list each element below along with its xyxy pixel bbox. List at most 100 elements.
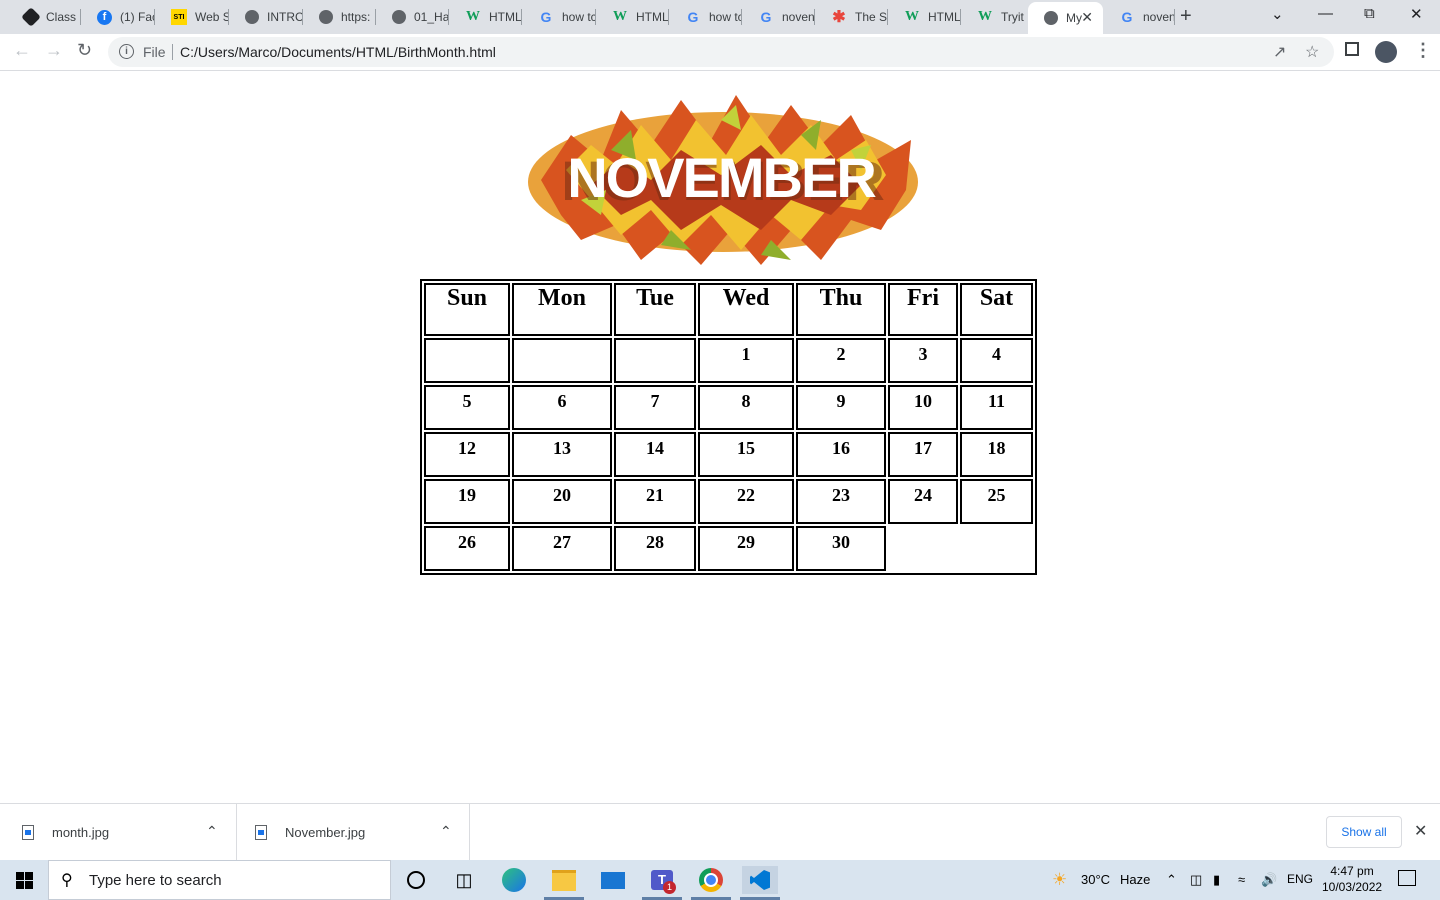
calendar-day-cell: 24 <box>888 479 958 524</box>
browser-tab[interactable]: W HTML <box>596 3 669 31</box>
tab-search-icon[interactable]: ⌄ <box>1271 5 1284 23</box>
browser-tab[interactable]: W HTML <box>449 3 522 31</box>
chevron-up-icon[interactable]: ⌃ <box>206 823 218 840</box>
tab-title: The SI <box>855 10 888 24</box>
forward-arrow-icon[interactable]: → <box>45 40 63 61</box>
calendar-day-cell: 25 <box>960 479 1033 524</box>
download-filename: November.jpg <box>285 825 366 840</box>
tab-title: HTML <box>489 10 522 24</box>
calendar-day-cell: 10 <box>888 385 958 430</box>
cortana-icon[interactable] <box>402 866 430 894</box>
browser-toolbar: ← → ↻ i File C:/Users/Marco/Documents/HT… <box>0 34 1440 71</box>
url-text[interactable]: C:/Users/Marco/Documents/HTML/BirthMonth… <box>180 44 496 60</box>
globe-icon <box>245 10 259 24</box>
weekday-header-mon: Mon <box>512 283 612 336</box>
calendar-day-cell: 15 <box>698 432 794 477</box>
restore-icon[interactable]: ⧉ <box>1364 5 1375 22</box>
weather-temperature[interactable]: 30°C <box>1081 872 1110 887</box>
tab-title: how tc <box>562 10 596 24</box>
browser-tab[interactable]: INTRC <box>229 3 303 31</box>
chrome-icon[interactable] <box>697 866 725 894</box>
side-panel-icon[interactable] <box>1345 42 1359 56</box>
minimize-icon[interactable]: — <box>1318 5 1333 22</box>
browser-tab[interactable]: https: <box>303 3 376 31</box>
vscode-icon[interactable] <box>742 866 778 894</box>
november-calendar-table: Sun Mon Tue Wed Thu Fri Sat 1 2 3 4 5 6 7 8 9 10 11 12 13 1… <box>420 279 1037 575</box>
tab-title: HTML <box>636 10 669 24</box>
search-icon: ⚲ <box>61 872 73 889</box>
profile-avatar[interactable] <box>1375 41 1397 63</box>
url-separator <box>172 44 173 60</box>
tab-title: noven <box>1143 10 1175 24</box>
teams-icon[interactable]: T 1 <box>648 866 676 894</box>
new-tab-button[interactable]: + <box>1180 5 1192 28</box>
download-item-month[interactable]: month.jpg <box>22 804 109 861</box>
close-download-bar-icon[interactable]: ✕ <box>1414 821 1427 841</box>
browser-tab[interactable]: My ✕ <box>1028 2 1103 34</box>
browser-tab[interactable]: W Tryit E <box>961 3 1028 31</box>
download-item-november[interactable]: November.jpg <box>255 804 365 861</box>
site-info-icon[interactable]: i <box>119 44 134 59</box>
calendar-week-row: 1234 <box>424 338 1033 383</box>
wifi-icon[interactable]: ≈ <box>1238 872 1245 887</box>
browser-tab[interactable]: W HTML <box>888 3 961 31</box>
browser-tab[interactable]: Ghow tc <box>669 3 742 31</box>
browser-tab[interactable]: 01_Ha <box>376 3 449 31</box>
edge-browser-icon[interactable] <box>500 866 528 894</box>
chevron-up-icon[interactable]: ⌃ <box>440 823 452 840</box>
calendar-day-cell: 9 <box>796 385 886 430</box>
windows-start-icon[interactable] <box>16 872 33 889</box>
download-bar: month.jpg ⌃ November.jpg ⌃ Show all ✕ <box>0 803 1440 861</box>
w3schools-icon: W <box>905 9 919 24</box>
banner-text: NOVEMBER <box>567 146 876 209</box>
language-indicator[interactable]: ENG <box>1287 872 1313 886</box>
file-explorer-icon[interactable] <box>550 866 578 894</box>
browser-tab[interactable]: Gnoven <box>1103 3 1175 31</box>
address-bar[interactable]: i File C:/Users/Marco/Documents/HTML/Bir… <box>108 37 1334 67</box>
tab-title: Web S <box>195 10 229 24</box>
tab-title: Tryit E <box>1001 10 1028 24</box>
mail-icon[interactable] <box>599 866 627 894</box>
tab-title: My <box>1066 11 1082 25</box>
calendar-day-cell: 28 <box>614 526 696 571</box>
calendar-day-cell: 26 <box>424 526 510 571</box>
browser-tab[interactable]: Ghow tc <box>522 3 596 31</box>
menu-kebab-icon[interactable]: ⋮ <box>1414 40 1432 61</box>
notification-center-icon[interactable] <box>1398 870 1416 886</box>
facebook-icon: f <box>97 9 112 25</box>
weather-condition[interactable]: Haze <box>1120 872 1150 887</box>
reload-icon[interactable]: ↻ <box>77 40 92 61</box>
browser-tab[interactable]: f (1) Fac <box>81 3 155 31</box>
weather-sun-icon[interactable]: ☀ <box>1052 870 1067 890</box>
sti-icon: STI <box>171 9 187 25</box>
calendar-day-cell <box>512 338 612 383</box>
weekday-header-row: Sun Mon Tue Wed Thu Fri Sat <box>424 283 1033 336</box>
browser-tab[interactable]: ✱ The SI <box>815 3 888 31</box>
volume-icon[interactable]: 🔊 <box>1261 872 1277 888</box>
close-tab-icon[interactable]: ✕ <box>1081 9 1093 26</box>
browser-tab[interactable]: STI Web S <box>155 3 229 31</box>
browser-tab[interactable]: Gnoven <box>742 3 815 31</box>
share-icon[interactable]: ↗ <box>1273 42 1286 62</box>
taskbar-search-box[interactable]: ⚲ Type here to search <box>48 860 391 900</box>
system-clock[interactable]: 4:47 pm 10/03/2022 <box>1322 863 1382 895</box>
image-file-icon <box>22 825 34 840</box>
google-icon: G <box>760 9 772 25</box>
back-arrow-icon[interactable]: ← <box>13 40 31 61</box>
task-view-icon[interactable]: ◫ <box>450 866 478 894</box>
close-window-icon[interactable]: ✕ <box>1410 5 1423 23</box>
browser-tab[interactable]: Class <box>8 3 81 31</box>
november-banner-image: NOVEMBER NOVEMBER <box>528 95 918 265</box>
bookmark-star-icon[interactable]: ☆ <box>1305 42 1319 62</box>
calendar-day-cell: 11 <box>960 385 1033 430</box>
calendar-day-cell: 13 <box>512 432 612 477</box>
weekday-header-wed: Wed <box>698 283 794 336</box>
w3schools-icon: W <box>466 9 480 24</box>
show-all-downloads-button[interactable]: Show all <box>1326 816 1402 848</box>
download-filename: month.jpg <box>52 825 110 840</box>
meet-now-icon[interactable]: ◫ <box>1190 872 1202 888</box>
chevron-up-icon[interactable]: ⌃ <box>1166 872 1177 888</box>
tab-title: (1) Fac <box>120 10 155 24</box>
calendar-day-cell: 27 <box>512 526 612 571</box>
battery-icon[interactable]: ▮ <box>1213 872 1220 888</box>
